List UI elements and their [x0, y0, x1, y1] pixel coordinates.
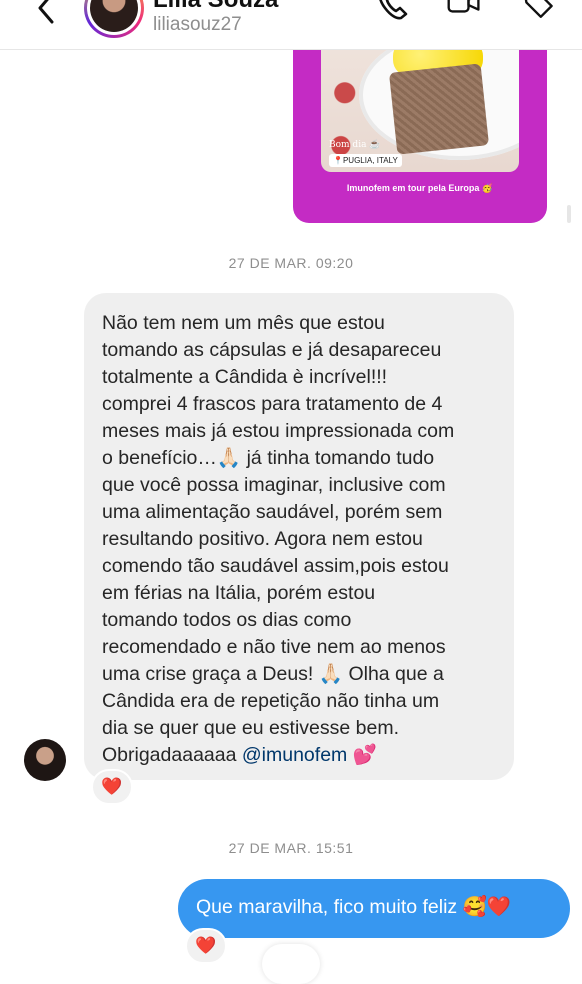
message-line: tomando todos os dias como [102, 609, 352, 631]
video-icon[interactable] [446, 0, 482, 26]
message-line: que você possa imaginar, inclusive com [102, 474, 446, 496]
message-line: comendo tão saudável assim,pois estou [102, 555, 449, 577]
phone-icon[interactable] [375, 0, 411, 26]
message-line: uma alimentação saudável, porém sem [102, 501, 443, 523]
heart-reaction[interactable]: ❤️ [185, 928, 227, 964]
back-chevron-icon[interactable] [30, 0, 64, 28]
message-line: Cândida era de repetição não tinha um [102, 690, 440, 712]
message-line: em férias na Itália, porém estou [102, 582, 376, 604]
tag-icon[interactable] [521, 0, 557, 26]
message-text: Obrigadaaaaaa [102, 744, 242, 766]
message-line: dia se quer que eu estivesse bem. [102, 717, 400, 739]
story-location-sticker: 📍PUGLIA, ITALY [329, 154, 402, 167]
outgoing-message-bubble[interactable]: Que maravilha, fico muito feliz 🥰❤️ [178, 879, 570, 938]
message-line: tomando as cápsulas e já desapareceu [102, 339, 442, 361]
message-timestamp: 27 DE MAR. 09:20 [228, 255, 354, 271]
message-line: resultando positivo. Agora nem estou [102, 528, 423, 550]
story-photo: Bom dia ☕ 📍PUGLIA, ITALY [321, 40, 519, 172]
contact-name[interactable]: Lilia Souza [153, 0, 278, 14]
message-text: Que maravilha, fico muito feliz 🥰❤️ [196, 896, 512, 918]
message-timestamp: 27 DE MAR. 15:51 [228, 840, 354, 856]
message-line: comprei 4 frascos para tratamento de 4 [102, 393, 443, 415]
message-emoji: 💕 [347, 744, 377, 766]
message-line: meses mais já estou impressionada com [102, 420, 455, 442]
heart-reaction[interactable]: ❤️ [91, 769, 133, 805]
message-line: o benefício…🙏🏻 já tinha tomando tudo [102, 447, 435, 469]
message-line: uma crise graça a Deus! 🙏🏻 Olha que a [102, 663, 444, 685]
story-caption: Imunofem em tour pela Europa 🥳 [346, 183, 494, 193]
incoming-message-bubble[interactable]: Não tem nem um mês que estou tomando as … [84, 293, 514, 780]
shared-story-card[interactable]: Bom dia ☕ 📍PUGLIA, ITALY Imunofem em tou… [293, 40, 547, 223]
scrollbar[interactable] [567, 205, 571, 223]
message-line: Obrigadaaaaaa @imunofem 💕 [102, 742, 504, 769]
contact-handle[interactable]: liliasouz27 [153, 14, 242, 36]
chat-header: Lilia Souza liliasouz27 [0, 0, 582, 50]
scroll-to-bottom-button[interactable] [262, 944, 320, 984]
message-line: recomendado e não tive nem ao menos [102, 636, 446, 658]
message-line: totalmente a Cândida è incrível!!! [102, 366, 388, 388]
sender-avatar[interactable] [24, 739, 66, 781]
story-greeting: Bom dia ☕ [329, 140, 381, 150]
message-line: Não tem nem um mês que estou [102, 312, 385, 334]
profile-avatar[interactable] [84, 0, 144, 38]
mention-link[interactable]: @imunofem [242, 744, 347, 766]
